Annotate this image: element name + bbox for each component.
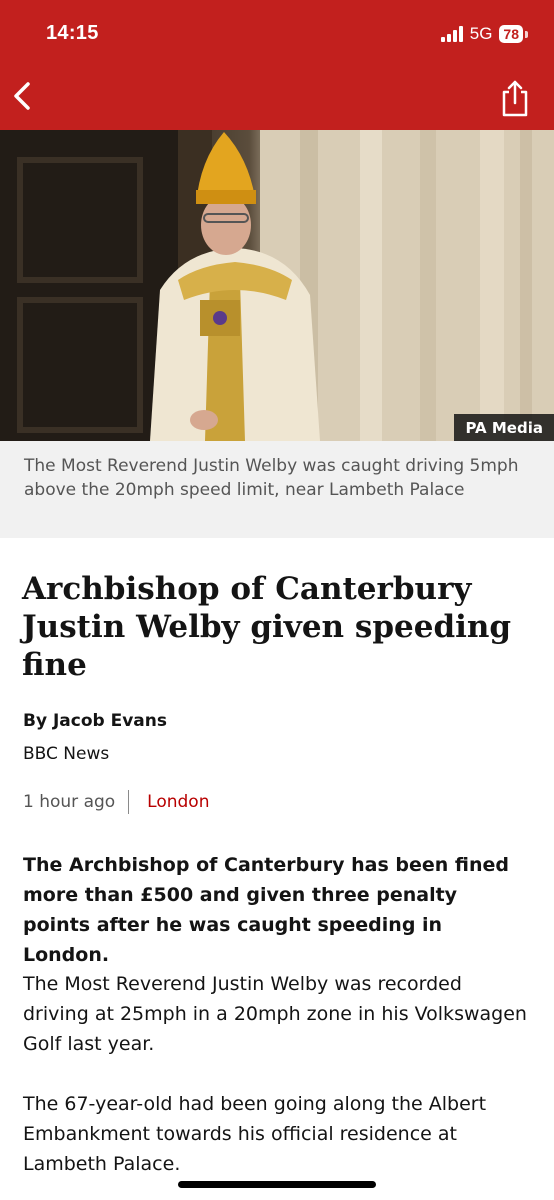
meta-divider (128, 790, 130, 814)
home-indicator[interactable] (178, 1181, 376, 1188)
back-button[interactable] (8, 76, 40, 116)
archbishop-photo (0, 130, 554, 441)
signal-icon (440, 26, 463, 42)
image-credit: PA Media (454, 414, 554, 441)
article-paragraph: The Most Reverend Justin Welby was recor… (23, 973, 527, 1055)
article-meta: 1 hour ago London (23, 790, 210, 814)
status-indicators: 5G 78 (440, 24, 528, 44)
share-button[interactable] (498, 78, 532, 118)
status-time: 14:15 (46, 22, 99, 44)
author-byline: By Jacob Evans (23, 711, 167, 731)
network-type: 5G (469, 24, 493, 43)
article-lede: The Archbishop of Canterbury has been fi… (23, 854, 510, 966)
article-title: Archbishop of Canterbury Justin Welby gi… (22, 571, 512, 683)
share-icon (502, 80, 528, 117)
article-paragraph: The 67-year-old had been going along the… (23, 1093, 487, 1175)
chevron-left-icon (14, 82, 30, 110)
image-caption: The Most Reverend Justin Welby was caugh… (0, 441, 554, 538)
location-link[interactable]: London (147, 792, 209, 812)
timestamp: 1 hour ago (23, 792, 116, 812)
battery-tip (525, 30, 528, 38)
app-header: 14:15 5G 78 (0, 0, 554, 130)
battery-icon: 78 (499, 25, 523, 43)
hero-image: PA Media (0, 130, 554, 441)
organisation: BBC News (23, 744, 110, 764)
